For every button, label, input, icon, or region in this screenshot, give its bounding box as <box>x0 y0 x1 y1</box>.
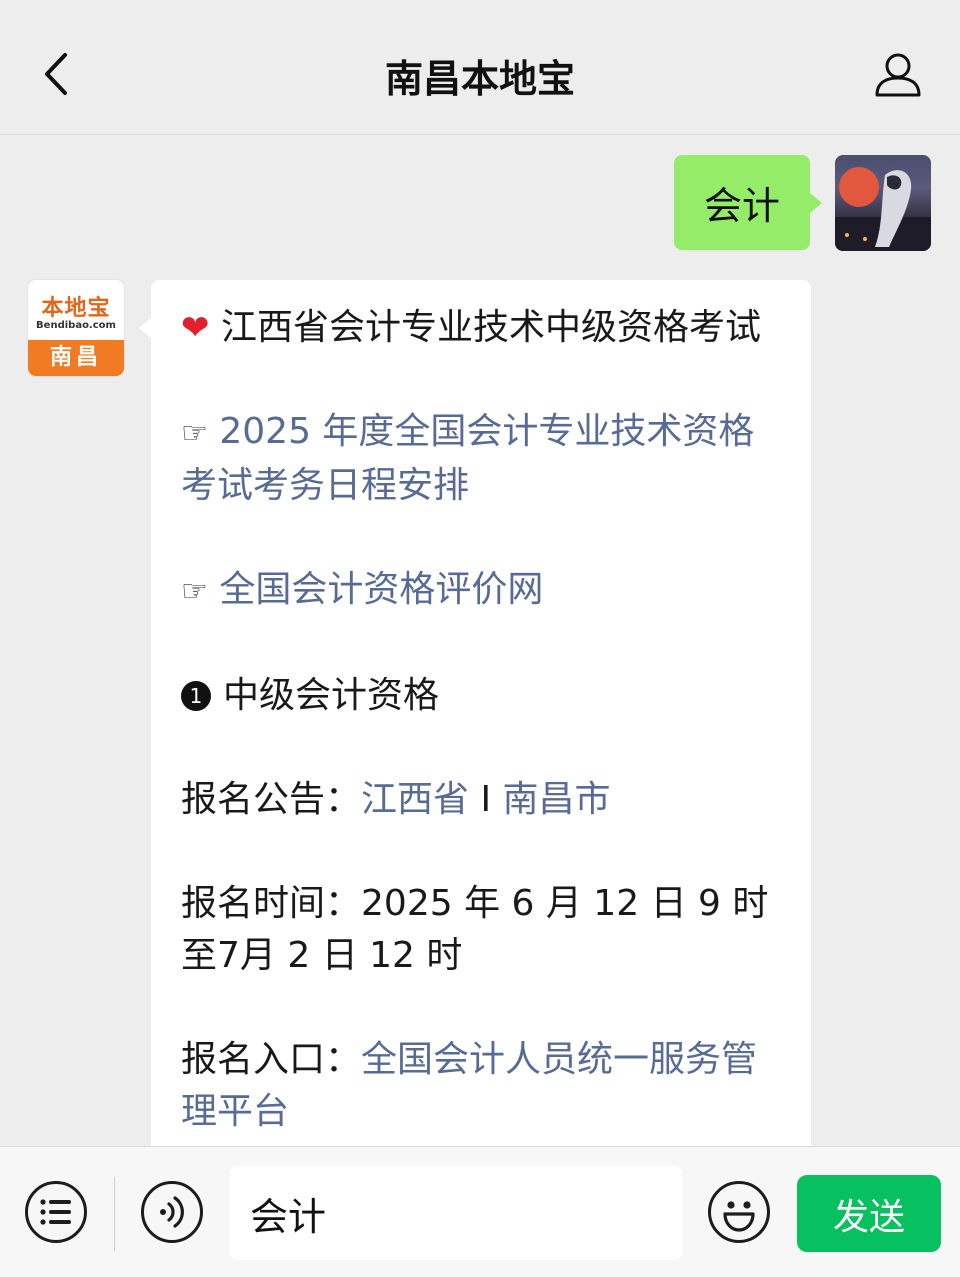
incoming-bubble-tail <box>139 318 151 338</box>
brand-logo-url: Bendibao.com <box>36 320 116 331</box>
incoming-message-content: ❤ 江西省会计专业技术中级资格考试 ☞ 2025 年度全国会计专业技术资格考试考… <box>181 302 786 1160</box>
voice-button[interactable] <box>141 1181 203 1243</box>
user-avatar[interactable] <box>835 155 931 251</box>
schedule-link-line: ☞ 2025 年度全国会计专业技术资格考试考务日程安排 <box>181 406 786 512</box>
list-menu-icon <box>40 1199 71 1225</box>
incoming-message-bubble: ❤ 江西省会计专业技术中级资格考试 ☞ 2025 年度全国会计专业技术资格考试考… <box>151 280 811 1160</box>
heart-icon: ❤ <box>181 308 210 348</box>
notice-separator: I <box>469 779 503 820</box>
page-title: 南昌本地宝 <box>384 57 575 101</box>
official-account-avatar[interactable]: 本地宝 Bendibao.com 南昌 <box>28 280 124 376</box>
profile-button[interactable] <box>868 44 928 104</box>
send-button[interactable]: 发送 <box>797 1175 941 1252</box>
input-bar-divider <box>114 1177 115 1251</box>
notice-line: 报名公告：江西省 I 南昌市 <box>181 774 786 826</box>
notice-link-province[interactable]: 江西省 <box>361 779 469 820</box>
time-label: 报名时间： <box>181 883 362 924</box>
notice-link-city[interactable]: 南昌市 <box>503 779 611 820</box>
outgoing-message-bubble[interactable]: 会计 <box>673 155 823 250</box>
section-heading-line: 1 中级会计资格 <box>181 670 786 722</box>
evaluation-site-link[interactable]: 全国会计资格评价网 <box>219 569 543 610</box>
brand-logo-text: 本地宝 <box>41 296 111 321</box>
voice-wave-icon <box>160 1196 184 1228</box>
entry-label: 报名入口： <box>181 1039 362 1080</box>
brand-city-label: 南昌 <box>28 340 124 376</box>
top-bar: 南昌本地宝 <box>0 0 960 135</box>
section-heading: 中级会计资格 <box>223 675 440 716</box>
avatar-image <box>835 167 931 251</box>
number-one-icon: 1 <box>181 681 211 711</box>
brand-logo: 本地宝 Bendibao.com <box>28 280 124 340</box>
person-icon <box>875 53 921 97</box>
emoji-button[interactable] <box>708 1181 770 1243</box>
entry-line: 报名入口：全国会计人员统一服务管理平台 <box>181 1034 786 1138</box>
time-line: 报名时间：2025 年 6 月 12 日 9 时至7月 2 日 12 时 <box>181 878 786 982</box>
message-title-line: ❤ 江西省会计专业技术中级资格考试 <box>181 302 786 354</box>
pointing-hand-icon: ☞ <box>181 574 208 609</box>
message-input[interactable] <box>230 1166 682 1260</box>
notice-label: 报名公告： <box>181 779 362 820</box>
schedule-link[interactable]: 2025 年度全国会计专业技术资格考试考务日程安排 <box>181 411 754 506</box>
menu-button[interactable] <box>25 1181 87 1243</box>
message-title: 江西省会计专业技术中级资格考试 <box>220 307 761 348</box>
input-bar: 发送 <box>0 1146 960 1277</box>
smiley-face-icon <box>723 1201 755 1232</box>
site-link-line: ☞ 全国会计资格评价网 <box>181 564 786 618</box>
pointing-hand-icon: ☞ <box>181 416 208 451</box>
